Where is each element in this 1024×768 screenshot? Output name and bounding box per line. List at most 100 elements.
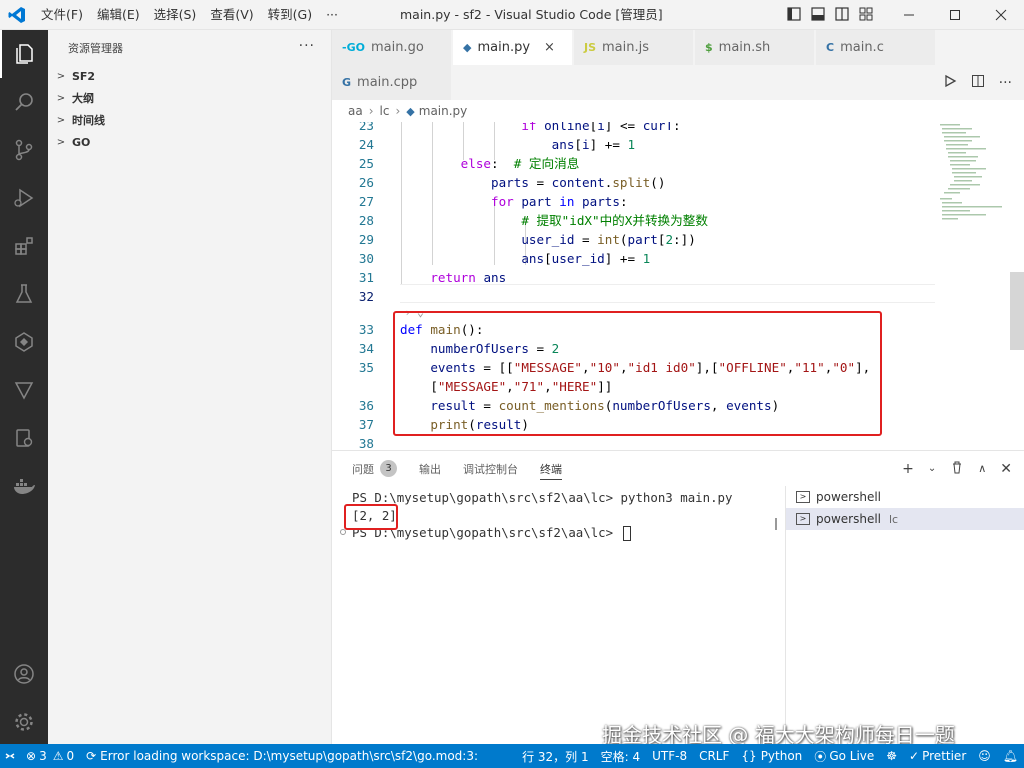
docker-icon[interactable] [0, 462, 48, 510]
section-timeline[interactable]: > 时间线 [48, 109, 331, 131]
highlight-annotation-box [393, 311, 882, 436]
tab-problems[interactable]: 问题 3 [352, 451, 397, 486]
menu-view[interactable]: 查看(V) [203, 0, 260, 30]
database-icon[interactable] [0, 414, 48, 462]
sidebar-more-icon[interactable]: ··· [299, 38, 315, 54]
command-decoration-icon[interactable] [340, 529, 346, 535]
explorer-icon[interactable] [0, 30, 48, 78]
terminal-icon: > [796, 491, 810, 503]
workspace-status[interactable]: ⟳ Error loading workspace: D:\mysetup\gop… [80, 744, 480, 768]
code-editor[interactable]: 23 if online[i] <= curT: 24 ans[i] += 1 … [332, 122, 1024, 450]
menu-file[interactable]: 文件(F) [34, 0, 90, 30]
terminal-output[interactable]: PS D:\mysetup\gopath\src\sf2\aa\lc> pyth… [332, 486, 785, 745]
breadcrumb-item[interactable]: lc [380, 104, 390, 118]
sidebar-title: 资源管理器 [68, 41, 123, 55]
menu-edit[interactable]: 编辑(E) [90, 0, 147, 30]
tab-main-go[interactable]: -GO main.go [332, 30, 452, 65]
section-label: GO [72, 135, 91, 149]
breadcrumb-item[interactable]: main.py [419, 104, 468, 118]
source-control-icon[interactable] [0, 126, 48, 174]
new-terminal-icon[interactable]: + [902, 461, 914, 477]
kill-terminal-icon[interactable] [950, 460, 964, 478]
sync-icon: ⟳ [86, 749, 97, 763]
chevron-down-icon[interactable]: ⌄ [928, 463, 936, 474]
tab-output[interactable]: 输出 [419, 451, 441, 486]
notifications-bell-icon[interactable]: 🔔︎ [997, 744, 1024, 768]
language-mode[interactable]: {} Python [735, 744, 808, 768]
toggle-panel-icon[interactable] [810, 6, 826, 25]
tab-main-sh[interactable]: $ main.sh [695, 30, 815, 65]
problems-count-badge: 3 [380, 460, 397, 477]
line-ending[interactable]: CRLF [693, 744, 735, 768]
tab-label: main.js [602, 40, 650, 55]
tab-terminal[interactable]: 终端 [540, 451, 562, 486]
settings-gear-icon[interactable] [0, 698, 48, 746]
menu-selection[interactable]: 选择(S) [147, 0, 204, 30]
section-outline[interactable]: > 大纲 [48, 87, 331, 109]
go-live-button[interactable]: ⦿ Go Live [808, 744, 880, 768]
tab-label: main.sh [718, 40, 771, 55]
menu-go[interactable]: 转到(G) [261, 0, 319, 30]
chevron-right-icon: > [56, 70, 66, 82]
tab-main-js[interactable]: JS main.js [574, 30, 694, 65]
search-icon[interactable] [0, 78, 48, 126]
chevron-right-icon: > [56, 114, 66, 126]
window-title: main.py - sf2 - Visual Studio Code [管理员] [400, 7, 663, 22]
menu-more[interactable]: ··· [319, 0, 345, 30]
remote-explorer-icon[interactable] [0, 318, 48, 366]
braces-icon: {} [741, 749, 757, 763]
terminal-list: > powershell > powershell lc [785, 486, 1024, 745]
maximize-panel-icon[interactable]: ∧ [978, 462, 986, 475]
breadcrumb-item[interactable]: aa [348, 104, 363, 118]
terminal-list-item[interactable]: > powershell [786, 486, 1024, 508]
extension-status-icon[interactable]: ☸ [880, 744, 903, 768]
section-go[interactable]: > GO [48, 131, 331, 153]
customize-layout-icon[interactable] [858, 6, 874, 25]
split-editor-icon[interactable] [971, 74, 985, 91]
close-icon[interactable]: × [544, 40, 555, 55]
python-file-icon: ◆ [406, 104, 415, 118]
remote-indicator-icon[interactable] [0, 744, 20, 768]
toggle-secondary-sidebar-icon[interactable] [834, 6, 850, 25]
check-icon: ✓ [909, 749, 920, 763]
testing-icon[interactable] [0, 270, 48, 318]
tab-label: main.c [840, 40, 884, 55]
vertical-scrollbar[interactable] [1010, 272, 1024, 350]
encoding[interactable]: UTF-8 [646, 744, 693, 768]
close-window-icon[interactable] [978, 0, 1024, 30]
code-line: 29 user_id = int(part[2:]) [358, 232, 696, 247]
tab-main-c[interactable]: C main.c [816, 30, 936, 65]
close-panel-icon[interactable]: ✕ [1000, 461, 1012, 477]
layout-controls [786, 0, 874, 30]
tab-main-cpp[interactable]: G main.cpp [332, 65, 452, 100]
indentation[interactable]: 空格: 4 [595, 744, 647, 768]
tab-main-py[interactable]: ◆ main.py × [453, 30, 573, 65]
problems-status[interactable]: ⊗ 3 ⚠ 0 [20, 744, 80, 768]
code-line: 24 ans[i] += 1 [358, 137, 636, 152]
terminal-scrollbar[interactable] [775, 518, 777, 530]
feedback-icon[interactable]: ☺ [972, 744, 997, 768]
python-file-icon: ◆ [463, 41, 472, 54]
minimap[interactable] [938, 122, 1010, 450]
toggle-sidebar-icon[interactable] [786, 6, 802, 25]
code-line: 31 return ans [358, 270, 507, 285]
gitlens-icon[interactable] [0, 366, 48, 414]
code-line: 23 if online[i] <= curT: [358, 122, 681, 133]
code-line: 28 # 提取"idX"中的X并转换为整数 [358, 213, 708, 228]
run-file-icon[interactable] [943, 74, 957, 91]
prettier-status[interactable]: ✓ Prettier [903, 744, 972, 768]
more-actions-icon[interactable]: ··· [999, 75, 1012, 91]
cursor-position[interactable]: 行 32，列 1 [516, 744, 595, 768]
chevron-right-icon: > [56, 92, 66, 104]
terminal-list-item[interactable]: > powershell lc [786, 508, 1024, 530]
tab-debug-console[interactable]: 调试控制台 [463, 451, 518, 486]
minimize-icon[interactable] [886, 0, 932, 30]
extensions-icon[interactable] [0, 222, 48, 270]
maximize-icon[interactable] [932, 0, 978, 30]
tab-label: main.go [370, 40, 424, 55]
chevron-right-icon: › [368, 104, 374, 118]
accounts-icon[interactable] [0, 650, 48, 698]
run-debug-icon[interactable] [0, 174, 48, 222]
section-sf2[interactable]: > SF2 [48, 65, 331, 87]
vscode-logo-icon [0, 0, 34, 30]
